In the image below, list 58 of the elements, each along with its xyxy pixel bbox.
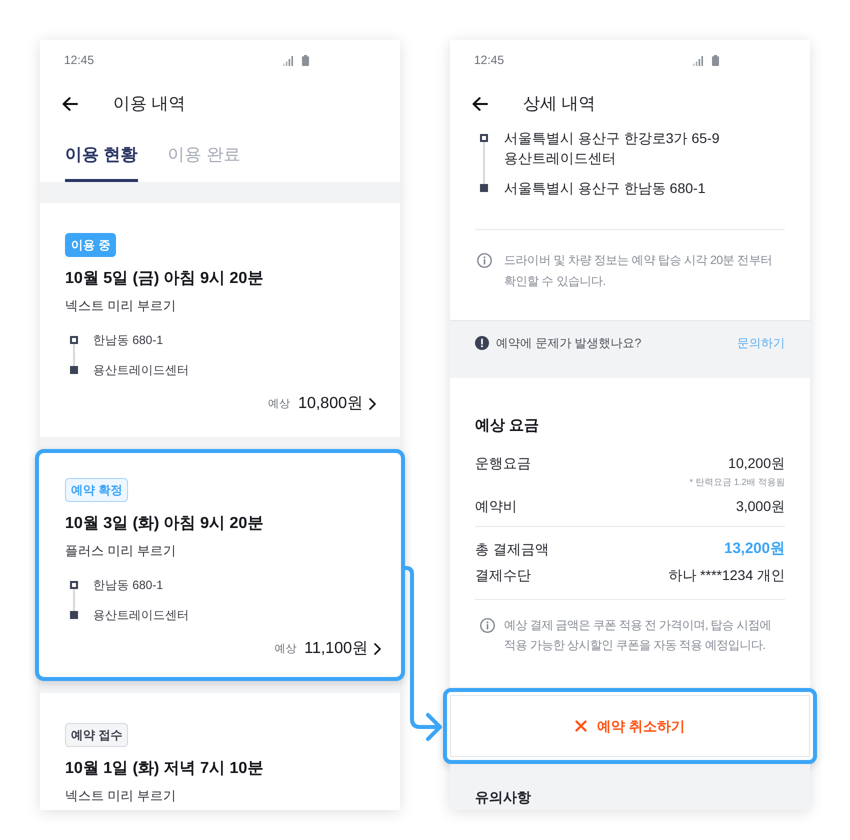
alert-icon xyxy=(475,336,489,350)
stop-address: 용산트레이드센터 xyxy=(93,362,189,379)
service-name: 플러스 미리 부르기 xyxy=(65,542,178,560)
fare-value: 13,200원 xyxy=(724,538,785,559)
fare-label: 결제수단 xyxy=(475,566,531,584)
notice-text: 드라이버 및 차량 정보는 예약 탑승 시각 20분 전부터 확인할 수 있습니다. xyxy=(504,252,774,290)
booking-time: 10월 3일 (화) 아침 9시 20분 xyxy=(65,514,264,534)
booking-time: 10월 1일 (화) 저녁 7시 10분 xyxy=(65,759,264,779)
chevron-right-icon xyxy=(374,643,381,655)
stop-address: 한남동 680-1 xyxy=(93,577,164,594)
hollow-square-icon xyxy=(70,581,78,589)
signal-icon xyxy=(693,56,703,66)
status-badge: 이용 중 xyxy=(65,233,116,257)
back-icon[interactable] xyxy=(472,97,488,111)
fare-label: 총 결제금액 xyxy=(475,540,549,558)
fare-label: 예약비 xyxy=(475,496,517,516)
fare-value: 하나 ****1234 개인 xyxy=(668,566,785,584)
stop-address: 서울특별시 용산구 한남동 680-1 xyxy=(504,179,706,198)
fare-value: 10,200원 xyxy=(728,454,785,472)
square-icon xyxy=(70,366,78,374)
booking-card[interactable]: 예약 확정 10월 3일 (화) 아침 9시 20분 플러스 미리 부르기 한남동 680-1 용산트레이드센터 예상 11,100원 xyxy=(35,449,405,681)
help-question: 예약에 문제가 발생했나요? xyxy=(496,335,642,352)
stop-address: 용산트레이드센터 xyxy=(93,607,189,624)
battery-icon xyxy=(302,54,309,66)
signal-icon xyxy=(283,56,293,66)
service-name: 넥스트 미리 부르기 xyxy=(65,297,178,315)
status-time: 12:45 xyxy=(64,52,94,68)
price-label: 예상 xyxy=(274,642,296,657)
info-icon xyxy=(477,253,492,268)
status-badge: 예약 확정 xyxy=(65,478,128,502)
price-value: 11,100원 xyxy=(304,639,368,659)
battery-icon xyxy=(712,54,719,66)
booking-card[interactable]: 이용 중 10월 5일 (금) 아침 9시 20분 넥스트 미리 부르기 한남동 680-1 용산트레이드센터 예상 10,800원 xyxy=(40,203,400,437)
fare-title: 예상 요금 xyxy=(475,416,540,436)
precautions-title: 유의사항 xyxy=(475,788,532,807)
hollow-square-icon xyxy=(70,336,78,344)
price-label: 예상 xyxy=(268,396,290,412)
screen-title: 이용 내역 xyxy=(113,93,186,115)
price-value: 10,800원 xyxy=(298,394,363,414)
fare-label: 운행요금 xyxy=(475,454,531,472)
booking-card[interactable]: 예약 접수 10월 1일 (화) 저녁 7시 10분 넥스트 미리 부르기 xyxy=(40,693,400,810)
square-icon xyxy=(70,611,78,619)
x-icon xyxy=(575,720,588,732)
fare-note: * 탄력요금 1.2배 적용됨 xyxy=(689,476,785,488)
screen-title: 상세 내역 xyxy=(523,93,596,115)
notice-text: 예상 결제 금액은 쿠폰 적용 전 가격이며, 탑승 시점에 적용 가능한 상시할인 쿠폰을 자동 적용 예정입니다. xyxy=(504,617,772,654)
status-time: 12:45 xyxy=(474,52,504,68)
status-badge: 예약 접수 xyxy=(65,723,128,747)
square-icon xyxy=(480,184,488,192)
service-name: 넥스트 미리 부르기 xyxy=(65,787,178,805)
booking-time: 10월 5일 (금) 아침 9시 20분 xyxy=(65,269,264,289)
fare-value: 3,000원 xyxy=(736,496,785,516)
stop-address: 서울특별시 용산구 한강로3가 65-9 용산트레이드센터 xyxy=(504,129,720,168)
chevron-right-icon xyxy=(369,398,376,410)
back-icon[interactable] xyxy=(62,97,78,111)
info-icon xyxy=(480,618,495,632)
hollow-square-icon xyxy=(480,134,488,142)
stop-address: 한남동 680-1 xyxy=(93,332,164,349)
